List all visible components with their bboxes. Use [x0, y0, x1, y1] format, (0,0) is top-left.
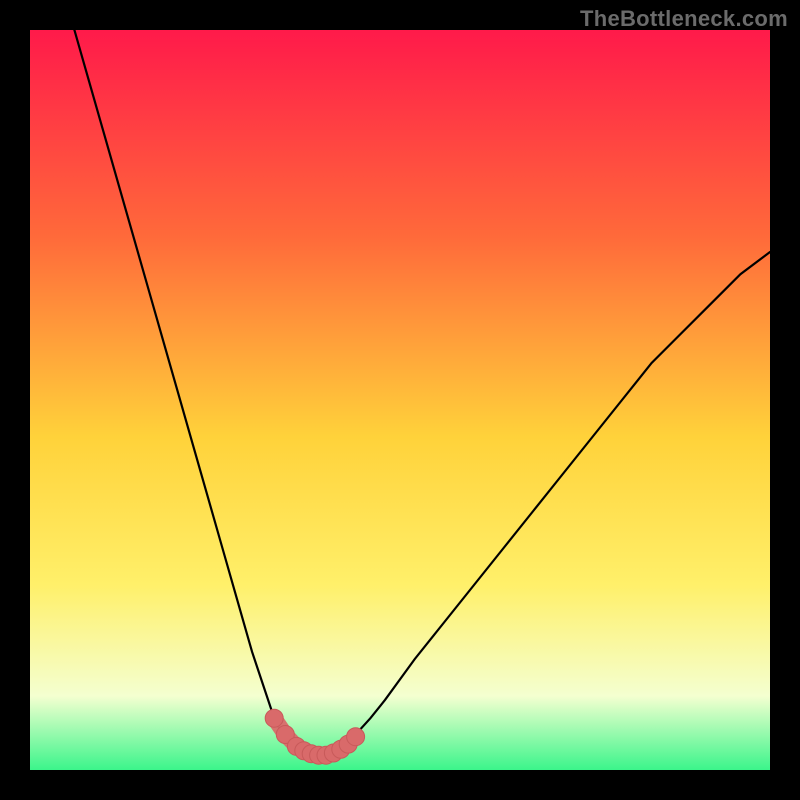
plot-area	[30, 30, 770, 770]
watermark-text: TheBottleneck.com	[580, 6, 788, 32]
chart-svg	[30, 30, 770, 770]
gradient-background	[30, 30, 770, 770]
outer-frame: TheBottleneck.com	[0, 0, 800, 800]
